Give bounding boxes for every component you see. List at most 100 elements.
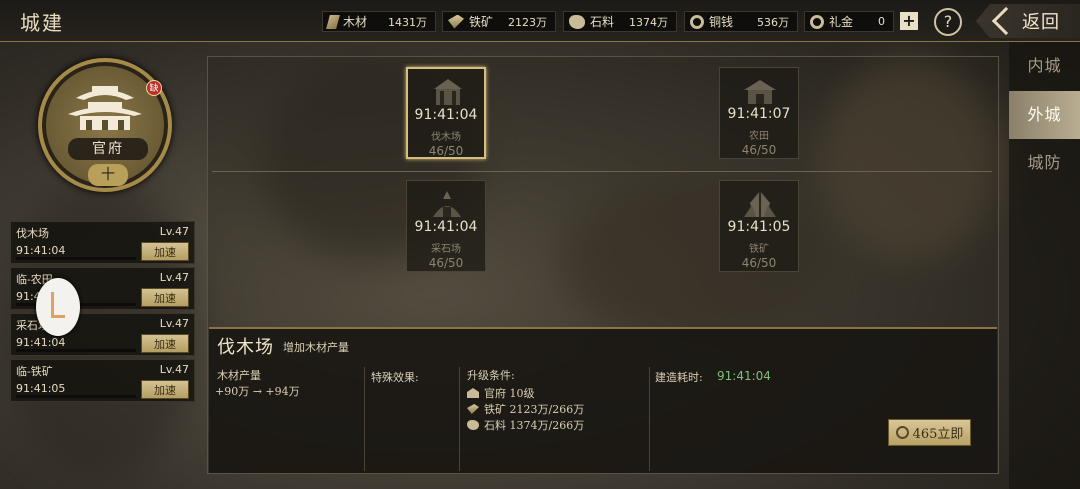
top-bar: 城建 木材 1431万 铁矿 2123万 石料 1374万 铜钱 536万 礼金…: [0, 0, 1080, 42]
building-timer: 91:41:04: [414, 219, 478, 235]
tab-city-defense[interactable]: 城防: [1009, 139, 1080, 187]
quarry-icon: [433, 191, 461, 217]
row-divider: [212, 171, 992, 172]
resource-value: 536万: [757, 15, 789, 29]
building-timer: 91:41:05: [727, 219, 791, 235]
detail-title: 伐木场: [217, 337, 274, 358]
palace-emblem[interactable]: 缺 官府 十: [38, 58, 172, 192]
requirement-text: 官府 10级: [484, 387, 535, 400]
requirement-row: 石料 1374万/266万: [467, 417, 584, 433]
resource-name: 木材: [343, 15, 368, 29]
back-label: 返回: [1022, 12, 1060, 33]
wood-icon: [326, 14, 340, 29]
farm-icon: [744, 80, 776, 104]
resource-stone: 石料 1374万: [563, 11, 677, 32]
instant-complete-button[interactable]: 465立即: [888, 419, 971, 446]
queue-progress-bar: [16, 395, 136, 398]
instant-label: 465立即: [912, 427, 964, 442]
building-progress: 46/50: [428, 256, 464, 270]
assistant-icon: [51, 292, 65, 318]
queue-level: Lv.47: [159, 317, 189, 330]
gift-coin-icon: [810, 14, 824, 29]
page-title: 城建: [20, 11, 64, 35]
back-button[interactable]: 返回: [976, 4, 1080, 38]
section-tabs: 内城 外城 城防: [1009, 42, 1080, 489]
palace-level: 十: [88, 164, 128, 186]
building-farm[interactable]: 91:41:07 农田 46/50: [719, 67, 799, 159]
resource-name: 礼金: [829, 15, 854, 29]
resource-gift: 礼金 0: [804, 11, 894, 32]
requirements-label: 升级条件:: [467, 369, 515, 382]
column-divider: [649, 367, 650, 471]
queue-item: 伐木场 Lv.47 91:41:04 加速: [10, 221, 195, 264]
column-divider: [459, 367, 460, 471]
resource-iron: 铁矿 2123万: [442, 11, 556, 32]
special-effect-label: 特殊效果:: [371, 371, 419, 384]
speed-up-button[interactable]: 加速: [141, 380, 189, 399]
queue-time: 91:41:05: [16, 382, 66, 395]
build-time: 91:41:04: [717, 369, 771, 383]
queue-progress-bar: [16, 349, 136, 352]
speed-up-button[interactable]: 加速: [141, 288, 189, 307]
tab-inner-city[interactable]: 内城: [1009, 42, 1080, 90]
resource-value: 0: [878, 15, 885, 28]
requirement-row: 官府 10级: [467, 385, 535, 401]
speed-up-button[interactable]: 加速: [141, 334, 189, 353]
requirement-text: 石料 1374万/266万: [484, 419, 585, 432]
back-arrow-icon: [991, 6, 1021, 36]
queue-item: 临-铁矿 Lv.47 91:41:05 加速: [10, 359, 195, 402]
help-button[interactable]: ?: [934, 8, 962, 36]
iron-icon: [448, 14, 464, 29]
building-name: 采石场: [431, 244, 461, 255]
lumber-mill-icon: [434, 79, 462, 105]
palace-icon: [68, 86, 142, 130]
building-progress: 46/50: [741, 143, 777, 157]
output-label: 木材产量: [217, 369, 261, 382]
palace-name: 官府: [68, 138, 148, 160]
resource-value: 1431万: [388, 15, 427, 29]
stone-icon: [569, 14, 585, 29]
floating-assistant-ball[interactable]: [36, 278, 80, 336]
building-quarry[interactable]: 91:41:04 采石场 46/50: [406, 180, 486, 272]
queue-name: 伐木场: [16, 227, 49, 240]
output-change: +90万 → +94万: [215, 385, 300, 398]
speed-up-button[interactable]: 加速: [141, 242, 189, 261]
gift-coin-icon: [895, 426, 909, 439]
resource-name: 石料: [590, 15, 615, 29]
resource-name: 铜钱: [709, 15, 734, 29]
queue-level: Lv.47: [159, 225, 189, 238]
add-gift-button[interactable]: +: [900, 12, 918, 30]
building-name: 铁矿: [749, 244, 769, 255]
copper-coin-icon: [690, 14, 704, 29]
detail-subtitle: 增加木材产量: [283, 341, 349, 354]
missing-badge: 缺: [146, 80, 162, 96]
requirement-text: 铁矿 2123万/266万: [484, 403, 585, 416]
building-lumber-mill[interactable]: 91:41:04 伐木场 46/50: [406, 67, 486, 159]
build-time-label: 建造耗时:: [655, 371, 703, 384]
building-timer: 91:41:07: [727, 106, 791, 122]
requirement-row: 铁矿 2123万/266万: [467, 401, 584, 417]
iron-icon: [467, 404, 479, 414]
column-divider: [364, 367, 365, 471]
queue-name: 临-铁矿: [16, 365, 53, 378]
queue-level: Lv.47: [159, 271, 189, 284]
palace-icon: [467, 388, 479, 398]
building-progress: 46/50: [741, 256, 777, 270]
building-detail-panel: 伐木场 增加木材产量 木材产量 +90万 → +94万 特殊效果: 升级条件: …: [209, 327, 997, 473]
queue-level: Lv.47: [159, 363, 189, 376]
stone-icon: [467, 420, 479, 430]
queue-progress-bar: [16, 257, 136, 260]
building-name: 伐木场: [431, 132, 461, 143]
queue-time: 91:41:04: [16, 336, 66, 349]
resource-copper: 铜钱 536万: [684, 11, 798, 32]
queue-time: 91:41:04: [16, 244, 66, 257]
resource-name: 铁矿: [469, 15, 494, 29]
tab-outer-city[interactable]: 外城: [1009, 91, 1080, 139]
resource-value: 2123万: [508, 15, 547, 29]
resource-value: 1374万: [629, 15, 668, 29]
iron-mine-icon: [744, 191, 776, 217]
building-timer: 91:41:04: [414, 107, 478, 123]
building-progress: 46/50: [428, 144, 464, 158]
building-name: 农田: [749, 131, 769, 142]
building-iron-mine[interactable]: 91:41:05 铁矿 46/50: [719, 180, 799, 272]
